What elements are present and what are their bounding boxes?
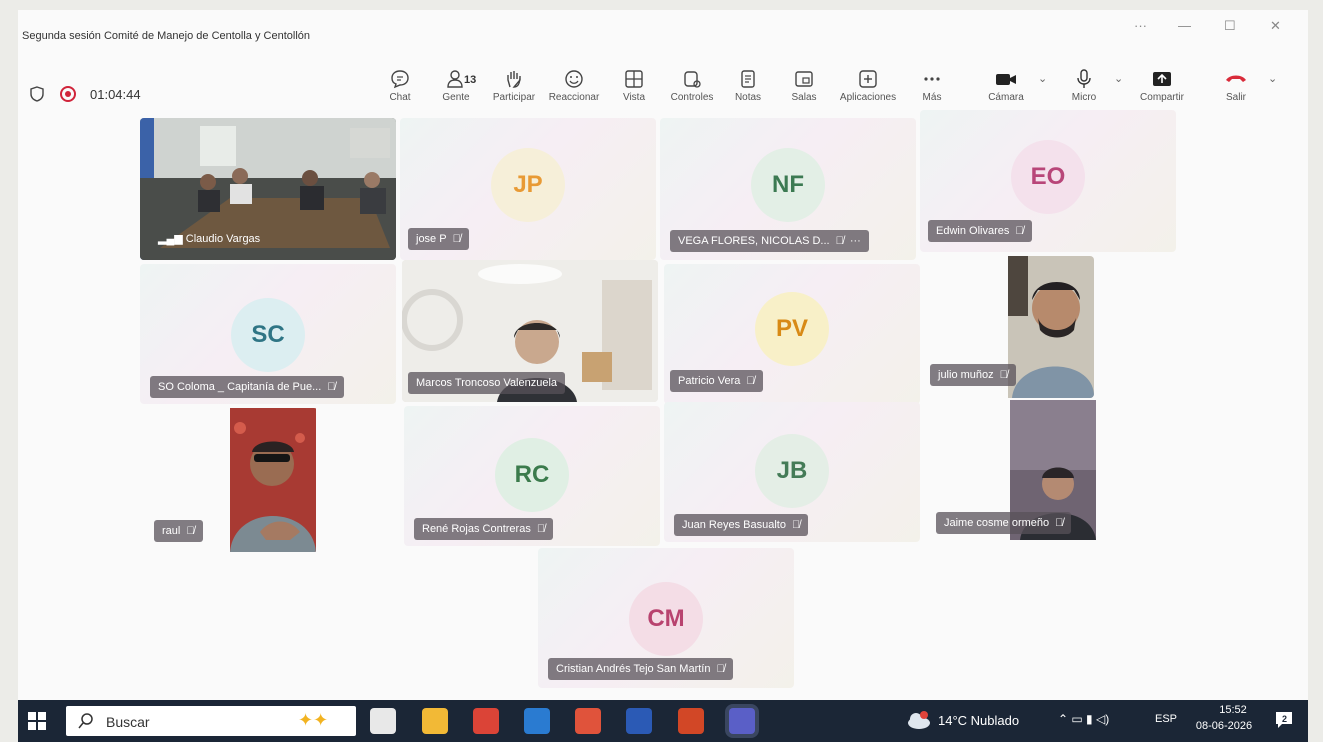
- mic-muted-icon: 🎙̸: [186, 525, 195, 537]
- mic-muted-icon: 🎙̸: [327, 381, 336, 393]
- mic-muted-icon: 🎙̸: [716, 663, 725, 675]
- chrome-icon[interactable]: [473, 708, 499, 734]
- video-feed: [1008, 256, 1094, 398]
- participant-tile-rene-rojas[interactable]: RC René Rojas Contreras 🎙̸: [404, 406, 660, 546]
- word-icon[interactable]: [626, 708, 652, 734]
- name-tag: VEGA FLORES, NICOLAS D... 🎙̸ ···: [670, 230, 869, 252]
- avatar: JB: [755, 434, 829, 508]
- chrome-alt-icon[interactable]: [575, 708, 601, 734]
- mic-muted-icon: 🎙̸: [791, 519, 801, 531]
- file-explorer-icon[interactable]: [422, 708, 448, 734]
- participant-name: jose P: [416, 233, 447, 245]
- participant-tile-jaime-cosme[interactable]: Jaime cosme ormeño 🎙̸: [930, 400, 1100, 540]
- participant-tile-vega-flores[interactable]: NF VEGA FLORES, NICOLAS D... 🎙̸ ···: [660, 118, 916, 260]
- avatar-initials: NF: [772, 171, 804, 198]
- name-tag: Edwin Olivares 🎙̸: [928, 220, 1032, 242]
- name-tag: Patricio Vera 🎙̸: [670, 370, 763, 392]
- signal-icon: ▂▄▆: [158, 233, 186, 245]
- participant-tile-cristian-tejo[interactable]: CM Cristian Andrés Tejo San Martín 🎙̸: [538, 548, 794, 688]
- avatar: RC: [495, 438, 569, 512]
- name-tag: SO Coloma _ Capitanía de Pue... 🎙̸: [150, 376, 344, 398]
- participant-tile-jose-p[interactable]: JP jose P 🎙̸: [400, 118, 656, 260]
- name-tag: raul 🎙̸: [154, 520, 203, 542]
- avatar-initials: PV: [775, 315, 808, 342]
- participant-tile-marcos-troncoso[interactable]: Marcos Troncoso Valenzuela: [402, 260, 658, 402]
- mic-muted-icon: 🎙̸: [1055, 517, 1064, 529]
- participant-tile-patricio-vera[interactable]: PV Patricio Vera 🎙̸: [664, 264, 920, 404]
- participant-name: Jaime cosme ormeño: [944, 517, 1050, 529]
- participant-name: Juan Reyes Basualto: [682, 519, 786, 531]
- taskbar-search-box[interactable]: Buscar ✦✦: [66, 706, 356, 736]
- sparkle-icon: ✦✦: [298, 710, 329, 730]
- participant-tile-edwin-olivares[interactable]: EO Edwin Olivares 🎙̸: [920, 110, 1176, 252]
- name-tag: jose P 🎙̸: [408, 228, 469, 250]
- avatar: EO: [1011, 140, 1085, 214]
- avatar-initials: SC: [251, 321, 285, 348]
- search-icon: [78, 713, 93, 729]
- windows-start-icon[interactable]: [28, 712, 46, 730]
- teams-meeting-window: Segunda sesión Comité de Manejo de Cento…: [18, 10, 1308, 700]
- clock-date[interactable]: 08-06-2026: [1189, 720, 1259, 732]
- mic-muted-icon: 🎙̸: [999, 369, 1008, 381]
- participant-grid: ▂▄▆ Claudio Vargas JP jose P 🎙̸ NF VEGA F…: [18, 10, 1308, 700]
- participant-tile-so-coloma[interactable]: SC SO Coloma _ Capitanía de Pue... 🎙̸: [140, 264, 396, 404]
- language-indicator[interactable]: ESP: [1155, 713, 1177, 725]
- participant-name: Edwin Olivares: [936, 225, 1010, 237]
- avatar: PV: [755, 292, 829, 366]
- mic-muted-icon: 🎙̸: [536, 523, 546, 535]
- task-view-icon[interactable]: [370, 708, 396, 734]
- mic-muted-icon: 🎙̸: [1015, 225, 1024, 237]
- name-tag: Jaime cosme ormeño 🎙̸: [936, 512, 1072, 534]
- search-placeholder: Buscar: [106, 714, 150, 730]
- participant-name: raul: [162, 525, 181, 537]
- avatar: CM: [629, 582, 703, 656]
- weather-cloud-icon: [908, 711, 930, 729]
- avatar-initials: EO: [1030, 163, 1066, 190]
- participant-tile-claudio-vargas[interactable]: ▂▄▆ Claudio Vargas: [140, 118, 396, 260]
- participant-name: VEGA FLORES, NICOLAS D...: [678, 235, 830, 247]
- participant-name: julio muñoz: [938, 369, 994, 381]
- name-tag: julio muñoz 🎙̸: [930, 364, 1016, 386]
- participant-tile-juan-reyes[interactable]: JB Juan Reyes Basualto 🎙̸: [664, 402, 920, 542]
- name-tag: Juan Reyes Basualto 🎙̸: [674, 514, 809, 536]
- avatar-initials: CM: [647, 605, 685, 632]
- avatar-initials: JB: [776, 457, 808, 484]
- notification-center-icon[interactable]: 2: [1274, 710, 1294, 730]
- screen: Segunda sesión Comité de Manejo de Cento…: [0, 0, 1323, 742]
- video-feed: [230, 408, 316, 552]
- name-tag: René Rojas Contreras 🎙̸: [414, 518, 554, 540]
- avatar: SC: [231, 298, 305, 372]
- name-tag: Cristian Andrés Tejo San Martín 🎙̸: [548, 658, 733, 680]
- mic-muted-icon: 🎙̸: [452, 233, 461, 245]
- teams-icon[interactable]: [729, 708, 755, 734]
- name-tag: Marcos Troncoso Valenzuela: [408, 372, 566, 394]
- system-tray-icons[interactable]: ⌃ ▭ ▮ ◁): [1058, 712, 1109, 726]
- powerpoint-icon[interactable]: [678, 708, 704, 734]
- participant-name: Marcos Troncoso Valenzuela: [416, 377, 558, 389]
- more-icon[interactable]: ···: [850, 235, 861, 247]
- participant-tile-raul[interactable]: raul 🎙̸: [148, 408, 318, 552]
- mic-muted-icon: 🎙̸: [746, 375, 755, 387]
- avatar: JP: [491, 148, 565, 222]
- participant-tile-julio-munoz[interactable]: julio muñoz 🎙̸: [924, 256, 1094, 398]
- avatar-initials: JP: [513, 171, 543, 198]
- participant-name: Patricio Vera: [678, 375, 741, 387]
- outlook-icon[interactable]: [524, 708, 550, 734]
- windows-taskbar: Buscar ✦✦ 14°C Nublado ⌃ ▭ ▮ ◁) ESP 15:5…: [18, 700, 1308, 742]
- weather-text[interactable]: 14°C Nublado: [938, 713, 1019, 728]
- participant-name: Cristian Andrés Tejo San Martín: [556, 663, 711, 675]
- clock-time[interactable]: 15:52: [1203, 704, 1263, 716]
- mic-muted-icon: 🎙̸: [835, 235, 844, 247]
- avatar-initials: RC: [514, 461, 550, 488]
- participant-name: SO Coloma _ Capitanía de Pue...: [158, 381, 322, 393]
- name-tag: ▂▄▆ Claudio Vargas: [150, 228, 268, 250]
- participant-name: Claudio Vargas: [185, 233, 261, 245]
- participant-name: René Rojas Contreras: [422, 523, 531, 535]
- notification-count: 2: [1282, 714, 1288, 724]
- avatar: NF: [751, 148, 825, 222]
